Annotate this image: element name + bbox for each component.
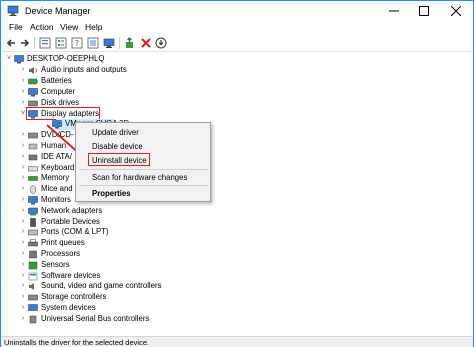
menu-help[interactable]: Help [85,22,102,32]
chevron-right-icon[interactable]: › [19,87,27,98]
title-bar: Device Manager [1,1,473,21]
chevron-right-icon[interactable]: › [19,184,27,195]
monitor-icon[interactable] [103,37,115,49]
port-icon [28,228,38,237]
forward-arrow-icon[interactable] [19,37,31,49]
toolbar-separator [34,37,35,49]
back-arrow-icon[interactable] [5,37,17,49]
update-driver-icon[interactable] [124,37,136,49]
ctx-disable-device[interactable]: Disable device [92,142,143,151]
svg-text:?: ? [75,39,79,48]
monitor-icon [28,196,38,205]
mouse-icon [28,185,38,194]
tree-item-label: Ports (COM & LPT) [41,227,109,237]
speaker-icon [28,282,38,291]
tree-item-label: Portable Devices [41,216,100,226]
chevron-right-icon[interactable]: › [19,260,27,271]
chevron-right-icon[interactable]: › [19,292,27,303]
chevron-right-icon[interactable]: › [19,217,27,228]
uninstall-icon[interactable] [140,37,152,49]
chevron-down-icon[interactable]: ˅ [5,54,13,65]
chevron-right-icon[interactable]: › [19,249,27,260]
keyboard-icon [28,164,38,173]
ctx-separator [80,185,208,186]
device-properties-icon[interactable] [39,37,51,49]
printer-icon [28,239,38,248]
ctx-scan-hardware[interactable]: Scan for hardware changes [92,173,187,182]
chevron-right-icon[interactable]: › [19,76,27,87]
system-device-icon [28,304,38,313]
status-text: Uninstalls the driver for the selected d… [4,338,150,347]
tree-item-label: Sound, video and game controllers [41,281,162,291]
chevron-right-icon[interactable]: › [19,206,27,217]
status-bar: Uninstalls the driver for the selected d… [1,336,473,347]
sensor-icon [28,261,38,270]
details-icon[interactable] [55,37,67,49]
dvd-icon [28,131,38,140]
tree-item-label: Mice and [41,184,73,194]
menu-action[interactable]: Action [30,22,54,32]
processor-icon [28,250,38,259]
device-manager-icon [7,5,19,17]
ctx-update-driver[interactable]: Update driver [92,128,139,137]
ctx-separator [80,169,208,170]
menu-file[interactable]: File [9,22,23,32]
network-adapter-icon [28,207,38,216]
chevron-right-icon[interactable]: › [19,227,27,238]
tree-item-label: Universal Serial Bus controllers [41,313,150,323]
chevron-right-icon[interactable]: › [19,271,27,282]
maximize-button[interactable] [409,1,439,21]
portable-device-icon [28,217,38,227]
chevron-right-icon[interactable]: › [19,238,27,249]
menu-view[interactable]: View [60,22,78,32]
memory-icon [28,174,38,183]
ctx-properties[interactable]: Properties [92,189,131,198]
tree-item-label: System devices [41,302,96,312]
close-button[interactable] [441,1,471,21]
device-tree: ˅ DESKTOP-OEEPHLQ › Audio inputs and out… [1,53,473,337]
tree-item-label: Computer [41,86,76,96]
view-icon[interactable] [87,37,99,49]
tree-item-label: Processors [41,248,80,258]
tree-item-label: Monitors [41,194,71,204]
tree-item-label: Batteries [41,76,72,86]
chevron-right-icon[interactable]: › [19,173,27,184]
tree-item-label: Software devices [41,270,101,280]
tree-item-label: Network adapters [41,205,103,215]
hid-icon [28,142,38,151]
toolbar-separator [119,37,120,49]
highlight-box-uninstall [88,153,150,166]
chevron-right-icon[interactable]: › [19,195,27,206]
minimize-button[interactable] [379,1,409,21]
chevron-right-icon[interactable]: › [19,281,27,292]
tree-item-label: Memory [41,173,70,183]
computer-icon [28,88,38,97]
storage-controller-icon [28,293,38,302]
tree-item-label: Print queues [41,238,85,248]
chevron-right-icon[interactable]: › [19,130,27,141]
menu-bar: File Action View Help [1,21,473,35]
ide-controller-icon [28,153,38,162]
tree-item-label: Storage controllers [41,292,107,302]
toolbar: ? [1,34,473,52]
chevron-right-icon[interactable]: › [19,163,27,174]
tree-item-label: Audio inputs and outputs [41,65,127,75]
battery-icon [28,77,38,86]
chevron-right-icon[interactable]: › [19,303,27,314]
scan-hardware-icon[interactable] [155,37,167,49]
software-device-icon [28,272,38,281]
chevron-right-icon[interactable]: › [19,141,27,152]
chevron-right-icon[interactable]: › [19,65,27,76]
chevron-right-icon[interactable]: › [19,314,27,325]
context-menu: Update driver Disable device Uninstall d… [75,122,211,202]
help-icon[interactable]: ? [71,37,83,49]
speaker-icon [28,66,38,75]
chevron-right-icon[interactable]: › [19,152,27,163]
tree-root-label: DESKTOP-OEEPHLQ [27,54,105,63]
computer-icon [14,55,24,64]
window-title: Device Manager [25,6,91,16]
tree-item-label: Sensors [41,259,70,269]
device-manager-window: Device Manager File Action View Help ? ˅… [0,0,474,347]
usb-icon [28,315,38,324]
